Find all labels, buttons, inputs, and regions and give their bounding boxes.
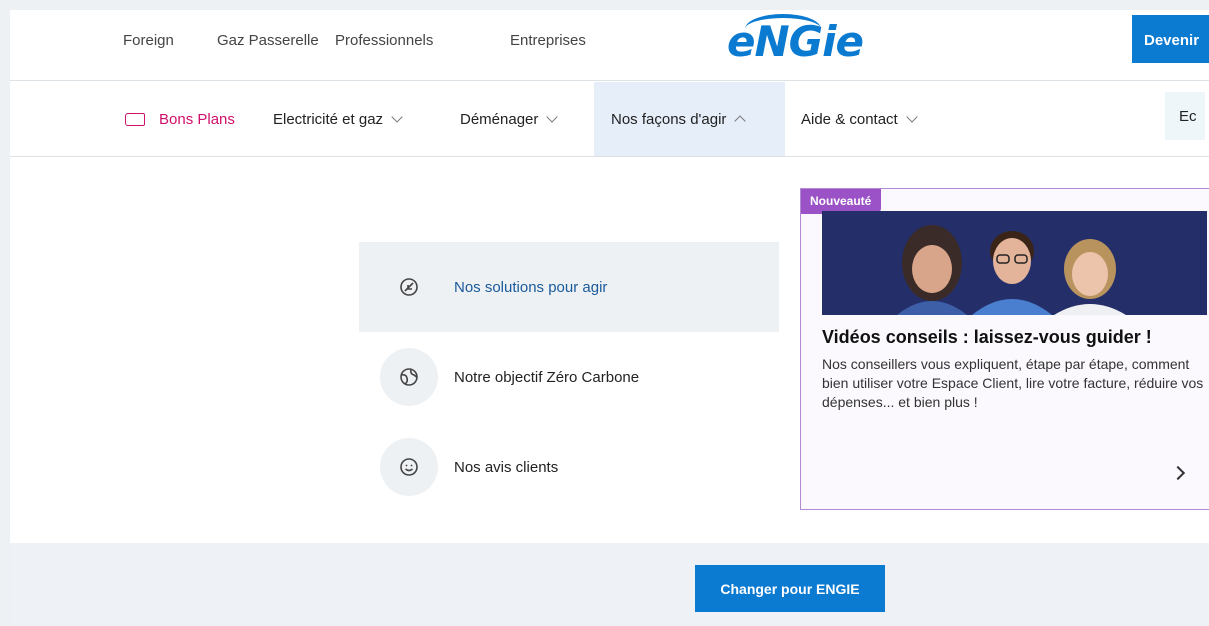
nav-item-label: Nos façons d'agir — [611, 110, 727, 128]
globe-icon — [380, 348, 438, 406]
toplink-professionnels[interactable]: Professionnels — [335, 32, 433, 49]
toplink-entreprises[interactable]: Entreprises — [510, 32, 586, 49]
devenir-client-button[interactable]: Devenir — [1132, 15, 1209, 63]
nav-demenager[interactable]: Déménager — [460, 82, 559, 156]
promo-text: Nos conseillers vous expliquent, étape p… — [822, 356, 1204, 410]
promo-card[interactable]: Nouveauté Vidéos conseils : laissez-vous… — [800, 188, 1209, 510]
espace-client-button-partial[interactable]: Ec — [1165, 92, 1205, 140]
nav-bons-plans-label: Bons Plans — [159, 110, 235, 128]
chevron-down-icon — [546, 110, 559, 123]
menu-item-label: Nos avis clients — [454, 458, 559, 476]
menu-item-label: Nos solutions pour agir — [454, 278, 608, 296]
toplink-gaz-passerelle[interactable]: Gaz Passerelle — [217, 32, 319, 49]
menu-item-label: Notre objectif Zéro Carbone — [454, 368, 640, 386]
nav-item-label: Déménager — [460, 110, 539, 128]
promo-title: Vidéos conseils : laissez-vous guider ! — [822, 327, 1152, 347]
nav-electricite-gaz[interactable]: Electricité et gaz — [273, 82, 403, 156]
nav-nos-facons-dagir[interactable]: Nos façons d'agir — [594, 82, 785, 156]
changer-pour-engie-button[interactable]: Changer pour ENGIE — [695, 565, 885, 612]
toplink-foreign[interactable]: Foreign — [123, 32, 174, 49]
nav-aide-contact[interactable]: Aide & contact — [801, 82, 918, 156]
chevron-down-icon — [906, 110, 918, 123]
chevron-up-icon — [734, 115, 747, 127]
main-nav: Bons Plans Electricité et gaz Déménager … — [10, 82, 1209, 157]
bottom-band — [10, 543, 1209, 626]
top-bar: Foreign Gaz Passerelle Professionnels En… — [10, 10, 1209, 81]
nav-item-label: Electricité et gaz — [273, 110, 384, 128]
page: Foreign Gaz Passerelle Professionnels En… — [10, 10, 1209, 626]
menu-item-zero-carbone[interactable]: Notre objectif Zéro Carbone — [359, 332, 779, 422]
nav-bons-plans[interactable]: Bons Plans — [125, 82, 235, 156]
engie-logo[interactable]: eNGie — [727, 21, 864, 63]
nav-item-label: Aide & contact — [801, 110, 898, 128]
menu-item-solutions[interactable]: Nos solutions pour agir — [359, 242, 779, 332]
chevron-down-icon — [391, 110, 403, 123]
tag-icon — [125, 112, 145, 126]
leaf-icon — [380, 258, 438, 316]
menu-item-avis-clients[interactable]: Nos avis clients — [359, 422, 779, 512]
advisors-photo — [822, 211, 1207, 315]
smiley-icon — [380, 438, 438, 496]
